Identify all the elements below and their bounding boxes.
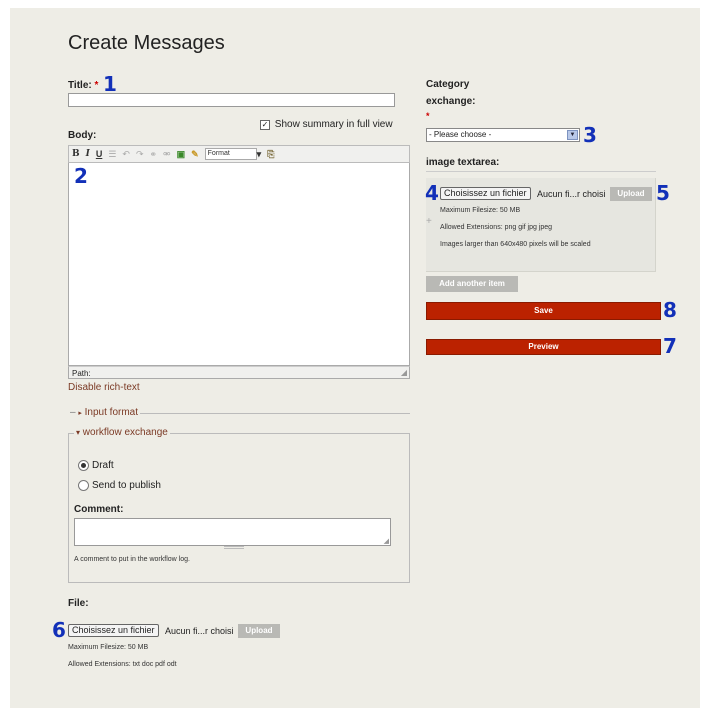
file-allowed-ext: Allowed Extensions: txt doc pdf odt: [68, 661, 177, 668]
file-choose-button[interactable]: Choisissez un fichier: [68, 624, 159, 638]
image-max-size: Maximum Filesize: 50 MB: [440, 207, 521, 214]
workflow-legend[interactable]: ▾ workflow exchange: [74, 427, 170, 438]
format-select[interactable]: Format: [204, 148, 257, 160]
textarea-resize-icon[interactable]: ◢: [384, 537, 389, 545]
add-another-item-button[interactable]: Add another item: [426, 276, 518, 292]
marker-2: 2: [74, 164, 88, 188]
comment-textarea[interactable]: ◢: [74, 518, 391, 546]
title-label: Title: *: [68, 80, 99, 91]
cleanup-icon[interactable]: ✎: [191, 149, 199, 160]
input-format-label: Input format: [84, 407, 138, 418]
file-max-size: Maximum Filesize: 50 MB: [68, 644, 149, 651]
drag-handle-icon[interactable]: +: [426, 216, 432, 227]
file-widget: Choisissez un fichier Aucun fi...r chois…: [68, 622, 280, 640]
image-allowed-ext: Allowed Extensions: png gif jpg jpeg: [440, 224, 553, 231]
category-label-line2: exchange:: [426, 96, 476, 107]
italic-button[interactable]: I: [86, 149, 90, 159]
save-button[interactable]: Save: [426, 302, 661, 320]
image-upload-button[interactable]: Upload: [609, 186, 652, 201]
disable-rich-text-link[interactable]: Disable rich-text: [68, 382, 140, 393]
image-divider: [426, 171, 656, 172]
show-summary-label: Show summary in full view: [274, 119, 393, 130]
bold-button[interactable]: B: [72, 149, 80, 159]
file-label: File:: [68, 598, 89, 609]
chevron-down-icon[interactable]: ▼: [567, 130, 578, 140]
radio-draft[interactable]: Draft: [78, 457, 114, 475]
marker-4: 4: [425, 181, 439, 205]
marker-6: 6: [52, 618, 66, 642]
radio-draft-input[interactable]: [78, 460, 89, 472]
radio-send-to-publish[interactable]: Send to publish: [78, 477, 161, 495]
undo-icon[interactable]: ↶: [122, 149, 130, 160]
file-upload-button[interactable]: Upload: [237, 623, 280, 638]
resize-handle-icon[interactable]: ◢: [401, 368, 407, 377]
show-summary-toggle[interactable]: ✓ Show summary in full view: [260, 119, 393, 130]
image-file-widget: Choisissez un fichier Aucun fi...r chois…: [440, 185, 652, 203]
marker-5: 5: [656, 181, 670, 205]
image-icon[interactable]: ▣: [177, 149, 186, 160]
preview-button[interactable]: Preview: [426, 339, 661, 355]
marker-7: 7: [663, 334, 677, 358]
paste-icon[interactable]: ⎘: [267, 149, 274, 160]
file-no-file-text: Aucun fi...r choisi: [165, 625, 234, 636]
textarea-grippie[interactable]: [224, 546, 244, 549]
unlink-icon[interactable]: ⚮: [163, 149, 171, 160]
editor-toolbar: B I U ☰ ↶ ↷ ⚭ ⚮ ▣ ✎ Format ▾ ⎘: [68, 145, 410, 163]
input-format-toggle[interactable]: – ▸ Input format: [68, 407, 140, 418]
editor-path-bar: Path: ◢: [68, 366, 410, 379]
title-input[interactable]: [68, 93, 395, 107]
comment-label: Comment:: [74, 504, 124, 515]
underline-button[interactable]: U: [96, 149, 103, 159]
category-select[interactable]: - Please choose - ▼: [426, 128, 580, 142]
marker-8: 8: [663, 298, 677, 322]
radio-send-input[interactable]: [78, 480, 89, 492]
image-no-file-text: Aucun fi...r choisi: [537, 188, 606, 199]
category-required-mark: *: [426, 111, 430, 121]
marker-3: 3: [583, 123, 597, 147]
body-label: Body:: [68, 130, 97, 141]
list-icon[interactable]: ☰: [108, 149, 116, 160]
image-textarea-label: image textarea:: [426, 157, 500, 168]
image-scale-note: Images larger than 640x480 pixels will b…: [440, 241, 591, 248]
format-dropdown-icon[interactable]: ▾: [257, 149, 262, 160]
link-icon[interactable]: ⚭: [150, 149, 158, 160]
form-panel: Create Messages Title: * 1 ✓ Show summar…: [10, 8, 700, 708]
page-title: Create Messages: [68, 32, 225, 54]
checkbox-icon[interactable]: ✓: [260, 119, 270, 130]
category-label-line1: Category: [426, 79, 470, 90]
redo-icon[interactable]: ↷: [136, 149, 144, 160]
marker-1: 1: [103, 72, 117, 96]
comment-help: A comment to put in the workflow log.: [74, 556, 190, 563]
body-editor[interactable]: [68, 163, 410, 366]
image-choose-button[interactable]: Choisissez un fichier: [440, 187, 531, 201]
